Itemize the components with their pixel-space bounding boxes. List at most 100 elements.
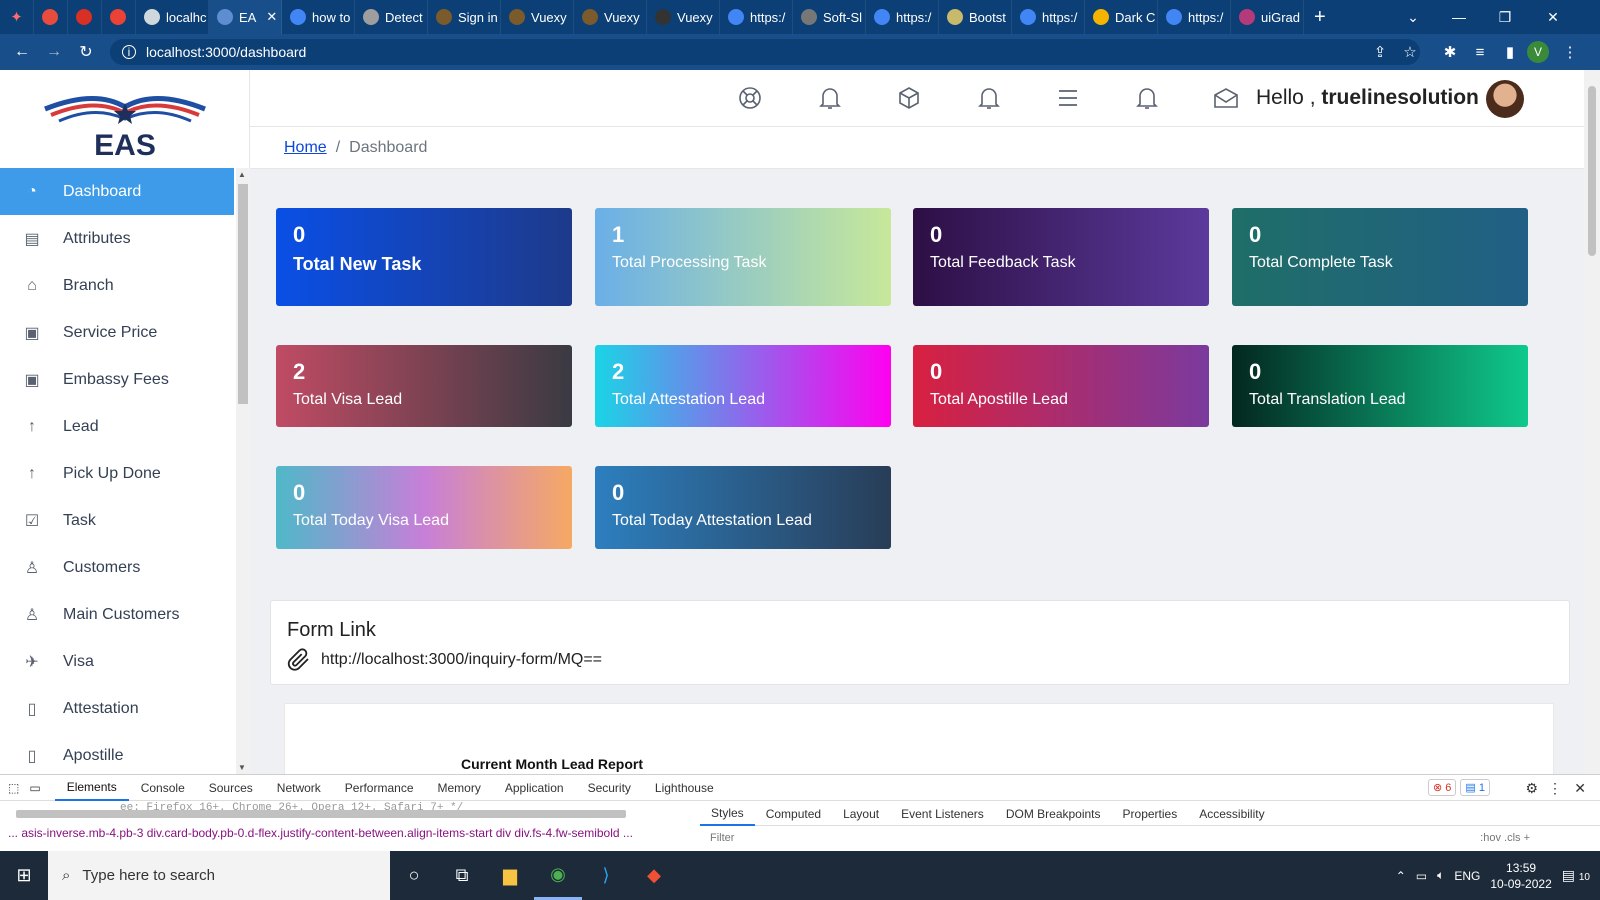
browser-tab[interactable]: https:/ bbox=[1158, 0, 1231, 34]
bell-icon[interactable] bbox=[1133, 84, 1161, 112]
bell-icon[interactable] bbox=[816, 84, 844, 112]
styles-tab-dom-breakpoints[interactable]: DOM Breakpoints bbox=[995, 807, 1112, 821]
browser-tab[interactable]: how to bbox=[282, 0, 355, 34]
styles-filter-input[interactable]: Filter bbox=[710, 832, 734, 844]
git-taskbar-icon[interactable]: ◆ bbox=[630, 851, 678, 900]
side-panel-icon[interactable]: ▮ bbox=[1496, 34, 1524, 70]
browser-tab[interactable]: https:/ bbox=[866, 0, 939, 34]
horizontal-scrollbar[interactable] bbox=[16, 810, 626, 818]
form-link-url[interactable]: http://localhost:3000/inquiry-form/MQ== bbox=[321, 651, 602, 669]
sidebar-item-branch[interactable]: ⌂ Branch bbox=[0, 262, 234, 309]
profile-button[interactable]: V bbox=[1524, 34, 1552, 70]
sidebar-item-customers[interactable]: ♙ Customers bbox=[0, 544, 234, 591]
browser-tab[interactable]: EA ✕ bbox=[209, 0, 282, 34]
device-toolbar-icon[interactable]: ▭ bbox=[29, 781, 40, 795]
sidebar-item-dashboard[interactable]: ◔ Dashboard bbox=[0, 168, 234, 215]
browser-tab[interactable]: Detect bbox=[355, 0, 428, 34]
stat-card[interactable]: 2 Total Visa Lead bbox=[276, 345, 572, 427]
hamburger-menu-icon[interactable] bbox=[1054, 84, 1082, 112]
cube-icon[interactable] bbox=[895, 84, 923, 112]
sidebar-scroll-thumb[interactable] bbox=[238, 184, 248, 404]
envelope-icon[interactable] bbox=[1212, 84, 1240, 112]
tab-search-chevron-icon[interactable]: ⌄ bbox=[1390, 0, 1436, 34]
devtools-tab-memory[interactable]: Memory bbox=[426, 775, 493, 801]
browser-tab[interactable]: Sign in bbox=[428, 0, 501, 34]
stat-card[interactable]: 1 Total Processing Task bbox=[595, 208, 891, 306]
devtools-tab-lighthouse[interactable]: Lighthouse bbox=[643, 775, 726, 801]
taskbar-search-input[interactable]: ⌕ Type here to search bbox=[48, 851, 390, 900]
styles-tab-computed[interactable]: Computed bbox=[755, 807, 832, 821]
dom-breadcrumbs[interactable]: ... asis-inverse.mb-4.pb-3 div.card-body… bbox=[8, 826, 633, 840]
new-tab-button[interactable]: + bbox=[1304, 6, 1336, 29]
devtools-tab-console[interactable]: Console bbox=[129, 775, 197, 801]
extensions-icon[interactable]: ✱ bbox=[1436, 34, 1464, 70]
stat-card[interactable]: 0 Total Feedback Task bbox=[913, 208, 1209, 306]
clock[interactable]: 13:59 10-09-2022 bbox=[1490, 860, 1551, 892]
reading-list-icon[interactable]: ≡ bbox=[1466, 34, 1494, 70]
forward-button[interactable]: → bbox=[38, 43, 70, 61]
stat-card[interactable]: 0 Total Apostille Lead bbox=[913, 345, 1209, 427]
volume-icon[interactable]: 🔈︎ bbox=[1437, 868, 1444, 883]
error-count-badge[interactable]: ⊗ 6 bbox=[1428, 779, 1457, 796]
share-icon[interactable]: ⇪ bbox=[1366, 34, 1394, 70]
browser-tab[interactable] bbox=[68, 0, 102, 34]
styles-tab-event-listeners[interactable]: Event Listeners bbox=[890, 807, 995, 821]
styles-tab-accessibility[interactable]: Accessibility bbox=[1188, 807, 1275, 821]
devtools-close-icon[interactable]: ✕ bbox=[1574, 780, 1586, 797]
sidebar-item-main-customers[interactable]: ♙ Main Customers bbox=[0, 591, 234, 638]
styles-tab-properties[interactable]: Properties bbox=[1112, 807, 1189, 821]
browser-tab[interactable] bbox=[34, 0, 68, 34]
close-window-button[interactable]: ✕ bbox=[1530, 0, 1576, 34]
tab-close-icon[interactable]: ✕ bbox=[266, 9, 277, 25]
back-button[interactable]: ← bbox=[6, 43, 38, 61]
devtools-tab-application[interactable]: Application bbox=[493, 775, 576, 801]
restore-button[interactable]: ❐ bbox=[1482, 0, 1528, 34]
styles-tab-layout[interactable]: Layout bbox=[832, 807, 890, 821]
browser-tab[interactable]: uiGrad bbox=[1231, 0, 1304, 34]
message-count-badge[interactable]: ▤ 1 bbox=[1460, 779, 1490, 796]
browser-tab[interactable]: Bootst bbox=[939, 0, 1012, 34]
page-scroll-thumb[interactable] bbox=[1588, 86, 1596, 256]
browser-menu-icon[interactable]: ⋮ bbox=[1556, 34, 1584, 70]
browser-tab[interactable]: Vuexy bbox=[501, 0, 574, 34]
sidebar-item-service-price[interactable]: ▣ Service Price bbox=[0, 309, 234, 356]
sidebar-item-embassy-fees[interactable]: ▣ Embassy Fees bbox=[0, 356, 234, 403]
stat-card[interactable]: 0 Total Today Attestation Lead bbox=[595, 466, 891, 549]
styles-tab-styles[interactable]: Styles bbox=[700, 802, 755, 826]
notification-center-icon[interactable]: ▤ 10 bbox=[1562, 867, 1590, 884]
devtools-tab-security[interactable]: Security bbox=[576, 775, 643, 801]
browser-tab[interactable]: localhc bbox=[136, 0, 209, 34]
sidebar-item-pick-up-done[interactable]: ↑ Pick Up Done bbox=[0, 450, 234, 497]
breadcrumb-home-link[interactable]: Home bbox=[284, 139, 327, 157]
chrome-taskbar-icon[interactable]: ◉ bbox=[534, 851, 582, 900]
devtools-tab-sources[interactable]: Sources bbox=[197, 775, 265, 801]
url-input[interactable]: i localhost:3000/dashboard bbox=[110, 39, 1420, 65]
browser-tab[interactable]: Dark C bbox=[1085, 0, 1158, 34]
language-indicator[interactable]: ENG bbox=[1454, 869, 1480, 883]
page-scrollbar[interactable] bbox=[1584, 70, 1600, 774]
tray-chevron-icon[interactable]: ⌃ bbox=[1396, 869, 1406, 883]
scroll-up-arrow-icon[interactable]: ▲ bbox=[238, 170, 246, 179]
network-icon[interactable]: ▭ bbox=[1416, 869, 1427, 883]
stat-card[interactable]: 0 Total Complete Task bbox=[1232, 208, 1528, 306]
styles-pseudo-controls[interactable]: :hov .cls + bbox=[1480, 832, 1530, 844]
stat-card[interactable]: 2 Total Attestation Lead bbox=[595, 345, 891, 427]
avatar[interactable] bbox=[1486, 80, 1524, 118]
browser-tab[interactable]: Soft-Sl bbox=[793, 0, 866, 34]
browser-tab[interactable]: https:/ bbox=[720, 0, 793, 34]
site-info-icon[interactable]: i bbox=[122, 45, 136, 59]
browser-tab[interactable]: Vuexy bbox=[574, 0, 647, 34]
lifebuoy-icon[interactable] bbox=[736, 84, 764, 112]
stat-card[interactable]: 0 Total Translation Lead bbox=[1232, 345, 1528, 427]
devtools-tab-network[interactable]: Network bbox=[265, 775, 333, 801]
devtools-more-icon[interactable]: ⋮ bbox=[1548, 780, 1562, 797]
bookmark-star-icon[interactable]: ☆ bbox=[1396, 34, 1424, 70]
devtools-settings-icon[interactable]: ⚙ bbox=[1525, 780, 1538, 797]
sidebar-item-attributes[interactable]: ▤ Attributes bbox=[0, 215, 234, 262]
reload-button[interactable]: ↻ bbox=[70, 42, 102, 62]
bell-icon[interactable] bbox=[975, 84, 1003, 112]
inspect-element-icon[interactable]: ⬚ bbox=[8, 781, 19, 795]
cortana-icon[interactable]: ○ bbox=[390, 851, 438, 900]
stat-card[interactable]: 0 Total New Task bbox=[276, 208, 572, 306]
browser-tab[interactable] bbox=[102, 0, 136, 34]
